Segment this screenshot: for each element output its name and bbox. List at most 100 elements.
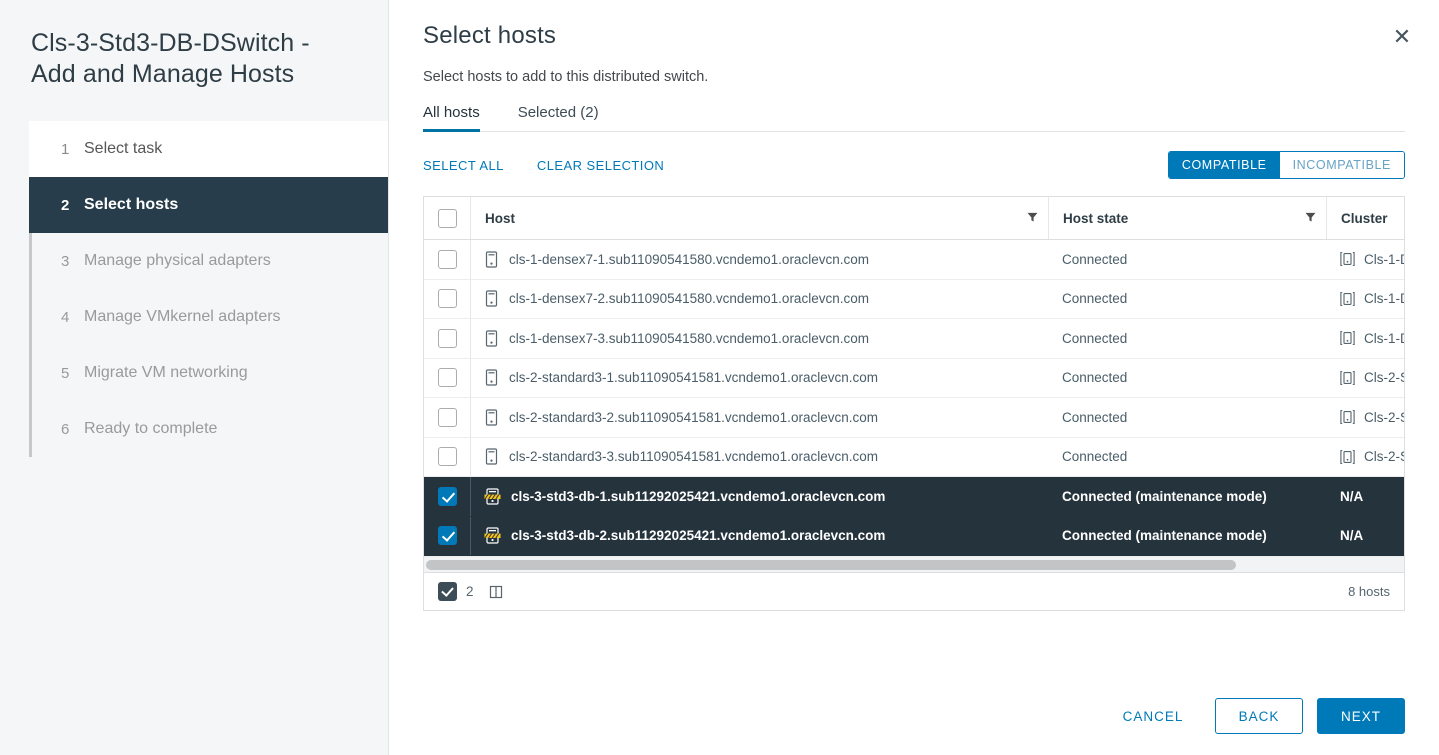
row-checkbox[interactable] bbox=[437, 447, 457, 467]
row-checkbox[interactable] bbox=[437, 407, 457, 427]
row-checkbox[interactable] bbox=[437, 249, 457, 269]
close-icon[interactable]: ✕ bbox=[1385, 20, 1419, 54]
cell-host-state: Connected (maintenance mode) bbox=[1048, 476, 1326, 517]
host-name: cls-3-std3-db-1.sub11292025421.vcndemo1.… bbox=[511, 488, 886, 504]
cell-host: cls-2-standard3-3.sub11090541581.vcndemo… bbox=[470, 437, 1048, 477]
host-filter-icon[interactable] bbox=[1027, 211, 1038, 226]
cell-host: cls-1-densex7-2.sub11090541580.vcndemo1.… bbox=[470, 279, 1048, 319]
host-name: cls-2-standard3-1.sub11090541581.vcndemo… bbox=[509, 370, 878, 386]
column-settings-icon[interactable] bbox=[489, 585, 503, 599]
compatibility-toggle: COMPATIBLE INCOMPATIBLE bbox=[1167, 151, 1405, 179]
host-state-value: Connected bbox=[1062, 330, 1128, 346]
back-button[interactable]: BACK bbox=[1215, 698, 1303, 734]
cell-host-state: Connected bbox=[1048, 318, 1326, 359]
footer-host-total: 8 hosts bbox=[1348, 584, 1390, 599]
host-name: cls-2-standard3-2.sub11090541581.vcndemo… bbox=[509, 409, 878, 425]
sidebar-step-ready-to-complete[interactable]: 6 Ready to complete bbox=[29, 401, 388, 457]
footer-selection-checkbox[interactable] bbox=[438, 582, 457, 601]
header-host-state: Host state bbox=[1048, 197, 1326, 240]
select-hosts-panel: Select hosts ✕ Select hosts to add to th… bbox=[389, 0, 1439, 755]
host-state-value: Connected bbox=[1062, 251, 1128, 267]
table-row[interactable]: cls-3-std3-db-1.sub11292025421.vcndemo1.… bbox=[424, 476, 1404, 517]
cluster-icon bbox=[1340, 330, 1355, 346]
header-cluster: Cluster bbox=[1326, 197, 1404, 240]
cell-host: cls-3-std3-db-1.sub11292025421.vcndemo1.… bbox=[470, 476, 1048, 517]
tab-all-hosts[interactable]: All hosts bbox=[423, 104, 480, 132]
cell-cluster: N/A bbox=[1326, 476, 1404, 517]
cell-host-state: Connected bbox=[1048, 239, 1326, 280]
step-label: Select hosts bbox=[84, 196, 179, 213]
incompatible-toggle-button[interactable]: INCOMPATIBLE bbox=[1279, 152, 1404, 178]
cluster-icon bbox=[1340, 370, 1355, 386]
cancel-button[interactable]: CANCEL bbox=[1109, 698, 1197, 734]
row-select-cell bbox=[424, 437, 470, 477]
column-header-label: Cluster bbox=[1341, 210, 1388, 226]
host-name: cls-1-densex7-3.sub11090541580.vcndemo1.… bbox=[509, 330, 869, 346]
table-row[interactable]: cls-1-densex7-2.sub11090541580.vcndemo1.… bbox=[424, 279, 1404, 319]
select-all-button[interactable]: SELECT ALL bbox=[423, 158, 504, 173]
row-checkbox[interactable] bbox=[437, 486, 457, 506]
row-select-cell bbox=[424, 358, 470, 398]
cluster-name: Cls-2-Stand bbox=[1364, 449, 1404, 465]
step-number: 6 bbox=[61, 420, 70, 438]
next-button[interactable]: NEXT bbox=[1317, 698, 1405, 734]
page-title: Select hosts bbox=[423, 22, 557, 49]
select-all-checkbox[interactable] bbox=[437, 208, 457, 228]
host-icon bbox=[484, 369, 499, 386]
cell-host-state: Connected bbox=[1048, 397, 1326, 438]
cell-cluster: Cls-1-Dense bbox=[1326, 279, 1404, 319]
compatible-toggle-button[interactable]: COMPATIBLE bbox=[1168, 152, 1280, 178]
host-state-value: Connected bbox=[1062, 370, 1128, 386]
row-checkbox[interactable] bbox=[437, 526, 457, 546]
table-row[interactable]: cls-2-standard3-1.sub11090541581.vcndemo… bbox=[424, 358, 1404, 398]
sidebar-step-manage-physical-adapters[interactable]: 3 Manage physical adapters bbox=[29, 233, 388, 289]
host-name: cls-1-densex7-2.sub11090541580.vcndemo1.… bbox=[509, 291, 869, 307]
hosts-table: Host Host state Cluster cls-1-densex7-1.… bbox=[424, 197, 1404, 556]
wizard-footer-buttons: CANCEL BACK NEXT bbox=[1109, 698, 1405, 734]
table-row[interactable]: cls-1-densex7-3.sub11090541580.vcndemo1.… bbox=[424, 318, 1404, 359]
host-maintenance-icon bbox=[484, 488, 501, 505]
row-checkbox[interactable] bbox=[437, 289, 457, 309]
cell-host: cls-3-std3-db-2.sub11292025421.vcndemo1.… bbox=[470, 516, 1048, 556]
clear-selection-button[interactable]: CLEAR SELECTION bbox=[537, 158, 664, 173]
cell-cluster: Cls-2-Stand bbox=[1326, 358, 1404, 398]
host-state-value: Connected (maintenance mode) bbox=[1062, 488, 1267, 504]
cluster-icon bbox=[1340, 409, 1355, 425]
step-label: Ready to complete bbox=[84, 420, 218, 437]
step-label: Select task bbox=[84, 140, 163, 157]
column-header-label: Host state bbox=[1063, 210, 1129, 226]
panel-header: Select hosts ✕ bbox=[423, 0, 1411, 50]
row-checkbox[interactable] bbox=[437, 368, 457, 388]
table-row[interactable]: cls-2-standard3-2.sub11090541581.vcndemo… bbox=[424, 397, 1404, 438]
table-row[interactable]: cls-1-densex7-1.sub11090541580.vcndemo1.… bbox=[424, 239, 1404, 280]
sidebar-step-select-task[interactable]: 1 Select task bbox=[29, 121, 388, 177]
cell-cluster: Cls-2-Stand bbox=[1326, 397, 1404, 438]
host-icon bbox=[484, 448, 499, 465]
cell-host-state: Connected bbox=[1048, 437, 1326, 477]
sidebar-step-select-hosts[interactable]: 2 Select hosts bbox=[29, 177, 388, 233]
cluster-icon bbox=[1340, 291, 1355, 307]
row-checkbox[interactable] bbox=[437, 328, 457, 348]
step-number: 1 bbox=[61, 140, 70, 158]
table-row[interactable]: cls-2-standard3-3.sub11090541581.vcndemo… bbox=[424, 437, 1404, 477]
sidebar-step-manage-vmkernel-adapters[interactable]: 4 Manage VMkernel adapters bbox=[29, 289, 388, 345]
cluster-name: Cls-2-Stand bbox=[1364, 370, 1404, 386]
step-label: Manage physical adapters bbox=[84, 252, 271, 269]
header-select-all-cell bbox=[424, 197, 470, 240]
horizontal-scrollbar[interactable] bbox=[424, 556, 1404, 572]
tab-selected-hosts[interactable]: Selected (2) bbox=[518, 104, 599, 131]
horizontal-scrollbar-thumb[interactable] bbox=[426, 560, 1237, 570]
sidebar-step-migrate-vm-networking[interactable]: 5 Migrate VM networking bbox=[29, 345, 388, 401]
cluster-name: Cls-1-Dense bbox=[1364, 330, 1404, 346]
row-select-cell bbox=[424, 239, 470, 280]
add-manage-hosts-wizard: Cls-3-Std3-DB-DSwitch - Add and Manage H… bbox=[0, 0, 1439, 755]
cell-host: cls-2-standard3-2.sub11090541581.vcndemo… bbox=[470, 397, 1048, 438]
host-icon bbox=[484, 251, 499, 268]
host-state-filter-icon[interactable] bbox=[1305, 211, 1316, 226]
table-row[interactable]: cls-3-std3-db-2.sub11292025421.vcndemo1.… bbox=[424, 516, 1404, 556]
row-select-cell bbox=[424, 397, 470, 438]
cell-host: cls-2-standard3-1.sub11090541581.vcndemo… bbox=[470, 358, 1048, 398]
step-number: 2 bbox=[61, 196, 70, 214]
cluster-name: Cls-1-Dense bbox=[1364, 291, 1404, 307]
cluster-icon bbox=[1340, 449, 1355, 465]
